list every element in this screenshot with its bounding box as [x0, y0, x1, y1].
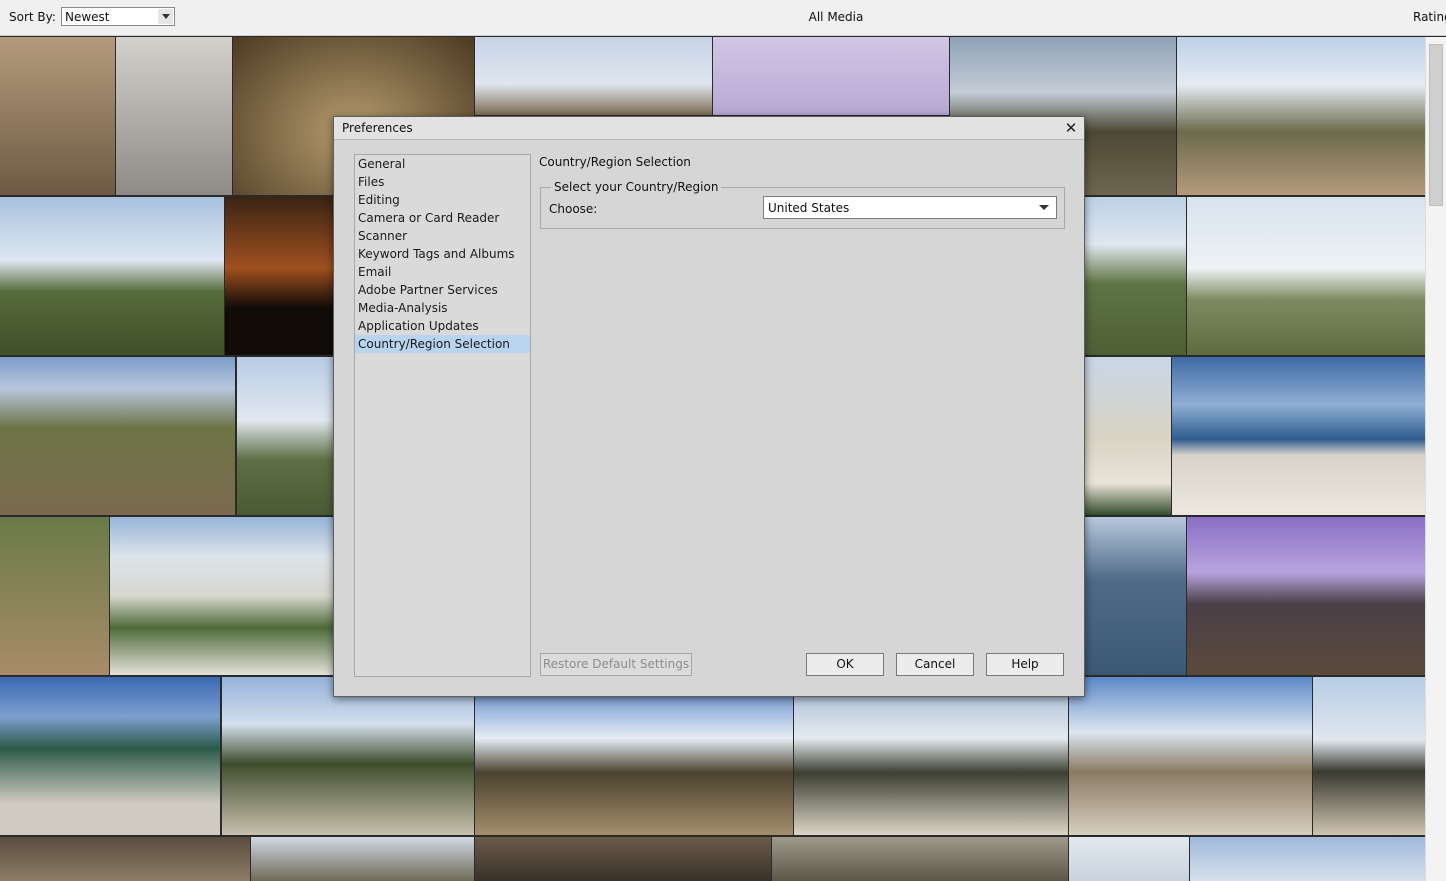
photo-thumbnail[interactable] — [0, 517, 109, 675]
category-general[interactable]: General — [355, 155, 530, 173]
photo-thumbnail[interactable] — [225, 197, 335, 355]
photo-thumbnail[interactable] — [222, 677, 474, 835]
photo-thumbnail[interactable] — [475, 697, 793, 835]
photo-thumbnail[interactable] — [1187, 197, 1425, 355]
close-icon[interactable]: ✕ — [1062, 119, 1080, 137]
panel-heading: Country/Region Selection — [539, 155, 691, 169]
dialog-title: Preferences — [342, 121, 413, 135]
photo-thumbnail[interactable] — [1085, 517, 1186, 675]
photo-thumbnail[interactable] — [1177, 37, 1425, 195]
help-button[interactable]: Help — [986, 653, 1064, 676]
photo-thumbnail[interactable] — [1085, 197, 1186, 355]
photo-thumbnail[interactable] — [1187, 517, 1425, 675]
restore-defaults-button[interactable]: Restore Default Settings — [540, 653, 692, 676]
category-email[interactable]: Email — [355, 263, 530, 281]
country-value: United States — [768, 201, 850, 215]
photo-thumbnail[interactable] — [0, 357, 235, 515]
category-country-region-selection[interactable]: Country/Region Selection — [355, 335, 530, 353]
photo-thumbnail[interactable] — [0, 197, 224, 355]
category-camera-or-card-reader[interactable]: Camera or Card Reader — [355, 209, 530, 227]
category-editing[interactable]: Editing — [355, 191, 530, 209]
category-scanner[interactable]: Scanner — [355, 227, 530, 245]
choose-label: Choose: — [549, 202, 598, 216]
photo-thumbnail[interactable] — [475, 837, 771, 881]
photo-thumbnail[interactable] — [1085, 357, 1171, 515]
photo-thumbnail[interactable] — [0, 677, 220, 835]
top-toolbar: Sort By: Newest All Media Rating — [0, 0, 1446, 36]
photo-thumbnail[interactable] — [116, 37, 232, 195]
photo-thumbnail[interactable] — [1172, 357, 1425, 515]
photo-thumbnail[interactable] — [251, 837, 474, 881]
category-media-analysis[interactable]: Media-Analysis — [355, 299, 530, 317]
photo-thumbnail[interactable] — [110, 517, 333, 675]
photo-thumbnail[interactable] — [772, 837, 1068, 881]
photo-thumbnail[interactable] — [1313, 677, 1425, 835]
photo-thumbnail[interactable] — [237, 357, 333, 515]
dialog-titlebar[interactable]: Preferences ✕ — [334, 117, 1084, 140]
preferences-category-list: General Files Editing Camera or Card Rea… — [354, 154, 531, 677]
photo-thumbnail[interactable] — [475, 37, 712, 115]
media-view-title: All Media — [808, 10, 864, 24]
photo-thumbnail[interactable] — [1069, 677, 1312, 835]
grid-scrollbar[interactable] — [1425, 37, 1446, 881]
chevron-down-icon — [1039, 205, 1049, 210]
photo-thumbnail[interactable] — [0, 37, 115, 195]
scrollbar-thumb[interactable] — [1429, 44, 1443, 206]
preferences-dialog: Preferences ✕ General Files Editing Came… — [333, 116, 1085, 697]
category-application-updates[interactable]: Application Updates — [355, 317, 530, 335]
country-region-group: Select your Country/Region Choose: Unite… — [540, 180, 1065, 229]
rating-filter-label[interactable]: Rating — [1413, 10, 1446, 24]
photo-thumbnail[interactable] — [713, 37, 949, 115]
photo-thumbnail[interactable] — [1190, 837, 1425, 881]
ok-button[interactable]: OK — [806, 653, 884, 676]
photo-thumbnail[interactable] — [0, 837, 250, 881]
photo-thumbnail[interactable] — [794, 697, 1068, 835]
photo-thumbnail[interactable] — [1069, 837, 1189, 881]
cancel-button[interactable]: Cancel — [896, 653, 974, 676]
country-dropdown[interactable]: United States — [763, 196, 1057, 219]
category-keyword-tags-and-albums[interactable]: Keyword Tags and Albums — [355, 245, 530, 263]
category-files[interactable]: Files — [355, 173, 530, 191]
category-adobe-partner-services[interactable]: Adobe Partner Services — [355, 281, 530, 299]
group-legend: Select your Country/Region — [551, 180, 722, 194]
